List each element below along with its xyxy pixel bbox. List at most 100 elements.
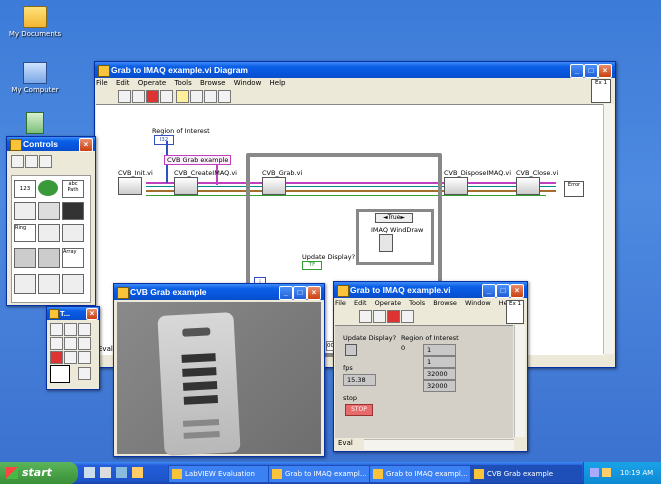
task-labview-evaluation[interactable]: LabVIEW Evaluation xyxy=(168,465,278,483)
menu-browse[interactable]: Browse xyxy=(433,299,457,307)
io-palette-item[interactable] xyxy=(38,224,60,242)
run-arrow-icon[interactable] xyxy=(359,310,372,323)
horizontal-scrollbar[interactable] xyxy=(364,439,514,450)
close-button[interactable]: × xyxy=(510,284,524,298)
maximize-button[interactable]: □ xyxy=(293,286,307,300)
roi-value-field[interactable]: 32000 xyxy=(423,368,456,380)
stop-button[interactable]: STOP xyxy=(345,404,373,416)
task-grab-panel[interactable]: Grab to IMAQ exampl... xyxy=(369,465,481,483)
update-display-terminal[interactable]: TF xyxy=(302,261,322,270)
decorations-palette-item[interactable] xyxy=(14,274,36,294)
maximize-button[interactable]: □ xyxy=(496,284,510,298)
classic-palette-item[interactable] xyxy=(38,248,60,268)
roi-value-field[interactable]: 32000 xyxy=(423,380,456,392)
menu-help[interactable]: Help xyxy=(270,79,286,87)
desktop-icon-my-documents[interactable]: My Documents xyxy=(0,6,70,38)
wiring-spool-icon[interactable] xyxy=(50,337,63,350)
internet-explorer-icon[interactable] xyxy=(116,467,127,478)
menu-file[interactable]: File xyxy=(335,299,346,307)
roi-control-terminal[interactable]: I32 xyxy=(154,135,174,145)
scroll-hand-icon[interactable] xyxy=(78,337,91,350)
desktop-icon-my-computer[interactable]: My Computer xyxy=(0,62,70,94)
run-continuous-icon[interactable] xyxy=(132,90,145,103)
messenger-icon[interactable] xyxy=(132,467,143,478)
menu-tools[interactable]: Tools xyxy=(174,79,191,87)
task-grab-diagram[interactable]: Grab to IMAQ exampl... xyxy=(268,465,380,483)
activex-palette-item[interactable]: Array xyxy=(62,248,84,268)
windraw-node-icon[interactable] xyxy=(379,234,393,252)
minimize-button[interactable]: _ xyxy=(482,284,496,298)
shortcut-menu-icon[interactable] xyxy=(64,337,77,350)
diagram-title-bar[interactable]: Grab to IMAQ example.vi Diagram _ □ × xyxy=(95,62,615,78)
select-control-palette-item[interactable] xyxy=(38,274,60,294)
minimize-button[interactable]: _ xyxy=(570,64,584,78)
numeric-palette-item[interactable]: 123 xyxy=(14,180,36,198)
string-palette-item[interactable]: abc Path xyxy=(62,180,84,198)
case-selector[interactable]: ◄True► xyxy=(375,213,413,223)
position-arrow-icon[interactable] xyxy=(64,323,77,336)
roi-value-field[interactable]: 1 xyxy=(423,356,456,368)
pause-icon[interactable] xyxy=(401,310,414,323)
controls-title-bar[interactable]: Controls × xyxy=(7,137,95,152)
desktop-icon[interactable] xyxy=(84,467,95,478)
operate-hand-icon[interactable] xyxy=(50,323,63,336)
menu-edit[interactable]: Edit xyxy=(116,79,130,87)
menu-tools[interactable]: Tools xyxy=(409,299,425,307)
menu-file[interactable]: File xyxy=(96,79,108,87)
name-string-constant[interactable]: CVB Grab example xyxy=(164,155,232,165)
roi-index[interactable]: 0 xyxy=(401,344,405,352)
vertical-scrollbar[interactable] xyxy=(514,325,525,437)
close-button[interactable]: × xyxy=(307,286,321,300)
close-button[interactable]: × xyxy=(86,308,98,320)
probe-icon[interactable] xyxy=(64,351,77,364)
pause-icon[interactable] xyxy=(160,90,173,103)
paintbrush-icon[interactable] xyxy=(78,367,91,380)
options-icon[interactable] xyxy=(39,155,52,168)
refnum-palette-item[interactable] xyxy=(62,224,84,242)
volume-icon[interactable] xyxy=(602,468,611,477)
menu-window[interactable]: Window xyxy=(234,79,262,87)
close-button[interactable]: × xyxy=(79,138,93,152)
desktop-icon-recycle-bin[interactable] xyxy=(0,112,70,136)
run-continuous-icon[interactable] xyxy=(373,310,386,323)
step-out-icon[interactable] xyxy=(218,90,231,103)
close-button[interactable]: × xyxy=(598,64,612,78)
list-palette-item[interactable] xyxy=(38,202,60,220)
abort-icon[interactable] xyxy=(387,310,400,323)
highlight-bulb-icon[interactable] xyxy=(176,90,189,103)
boolean-palette-item[interactable] xyxy=(38,180,58,196)
cvb-title-bar[interactable]: CVB Grab example _ □ × xyxy=(114,284,324,300)
error-handler-node[interactable]: Error xyxy=(564,181,584,197)
roi-value-field[interactable]: 1 xyxy=(423,344,456,356)
color-picker-icon[interactable] xyxy=(78,351,91,364)
color-fill-icon[interactable] xyxy=(50,365,70,383)
menu-operate[interactable]: Operate xyxy=(138,79,166,87)
breakpoint-icon[interactable] xyxy=(50,351,63,364)
task-cvb-grab-example[interactable]: CVB Grab example xyxy=(470,465,582,483)
run-arrow-icon[interactable] xyxy=(118,90,131,103)
maximize-button[interactable]: □ xyxy=(584,64,598,78)
menu-window[interactable]: Window xyxy=(465,299,491,307)
array-palette-item[interactable] xyxy=(14,202,36,220)
menu-edit[interactable]: Edit xyxy=(354,299,367,307)
network-icon[interactable] xyxy=(590,468,599,477)
minimize-button[interactable]: _ xyxy=(279,286,293,300)
text-tool-icon[interactable] xyxy=(78,323,91,336)
dialog-palette-item[interactable] xyxy=(14,248,36,268)
ring-palette-item[interactable]: Ring xyxy=(14,224,36,242)
media-player-icon[interactable] xyxy=(100,467,111,478)
abort-icon[interactable] xyxy=(146,90,159,103)
user-controls-palette-item[interactable] xyxy=(62,274,84,294)
search-icon[interactable] xyxy=(25,155,38,168)
vertical-scrollbar[interactable] xyxy=(603,104,614,354)
step-over-icon[interactable] xyxy=(204,90,217,103)
menu-operate[interactable]: Operate xyxy=(375,299,401,307)
update-display-checkbox[interactable] xyxy=(345,344,357,356)
step-into-icon[interactable] xyxy=(190,90,203,103)
case-structure[interactable]: ◄True► IMAQ WindDraw xyxy=(356,209,434,265)
start-button[interactable]: start xyxy=(0,462,78,484)
camera-image-display[interactable] xyxy=(117,302,321,456)
front-panel-title-bar[interactable]: Grab to IMAQ example.vi _ □ × xyxy=(334,282,527,298)
menu-browse[interactable]: Browse xyxy=(200,79,226,87)
tools-title-bar[interactable]: T... × xyxy=(47,307,99,320)
